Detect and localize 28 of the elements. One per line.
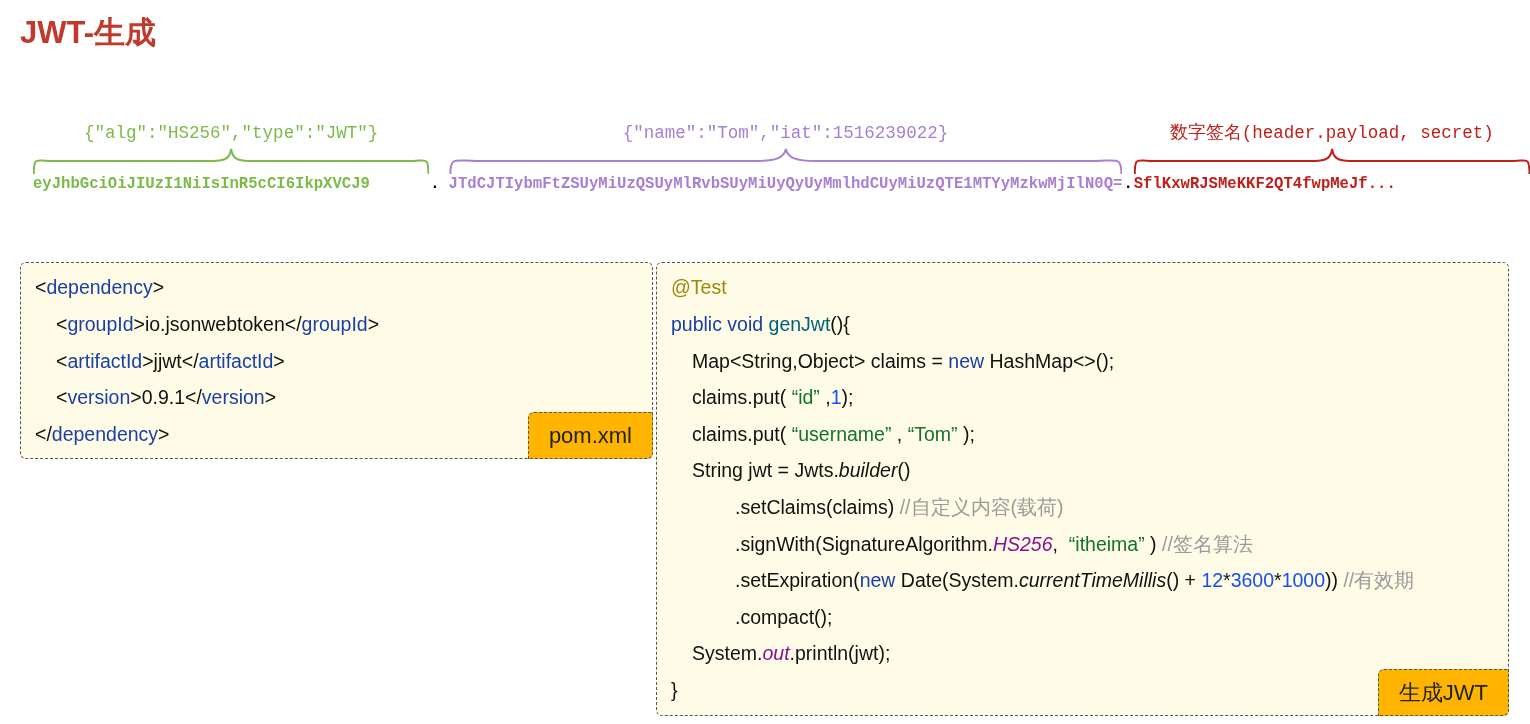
code-line: .compact(); (735, 604, 833, 630)
code-line: <artifactId>jjwt</artifactId> (56, 348, 285, 374)
code-line: <version>0.9.1</version> (56, 385, 277, 411)
code-line: .setExpiration(new Date(System.currentTimeMillis() + 12*3600*1000)) //有效期 (735, 568, 1415, 594)
file-caption: pom.xml (527, 412, 653, 460)
token-text: eyJhbGciOiJIUzI1NiIsInR5cCI6IkpXVCJ9 (33, 174, 371, 195)
segment-label: {"name":"Tom","iat":1516239022} (622, 123, 949, 145)
slide-title: JWT-生成 (20, 14, 158, 52)
token-separator: . (429, 174, 441, 195)
code-line: .setClaims(claims) //自定义内容(载荷) (735, 495, 1064, 520)
code-line: String jwt = Jwts.builder() (692, 458, 911, 484)
code-line: .signWith(SignatureAlgorithm.HS256, “itheima” ) //签名算法 (735, 531, 1253, 557)
code-line: claims.put( “username” , “Tom” ); (692, 421, 975, 447)
segment-label: 数字签名(header.payload, secret) (1169, 123, 1494, 145)
token-text: SflKxwRJSMeKKF2QT4fwpMeJf... (1133, 174, 1397, 195)
token-separator: . (1122, 174, 1134, 195)
code-line: </dependency> (35, 421, 170, 447)
code-line: } (671, 678, 678, 703)
token-text: JTdCJTIybmFtZSUyMiUzQSUyMlRvbSUyMiUyQyUyMmlhdCUyMiUzQTE1MTYyMzkwMjIlN0Q= (448, 174, 1123, 195)
code-line: public void genJwt(){ (671, 312, 850, 338)
code-line: claims.put( “id” ,1); (692, 385, 854, 411)
segment-label: {"alg":"HS256","type":"JWT"} (84, 123, 379, 145)
file-caption: 生成JWT (1377, 668, 1509, 716)
code-line: System.out.println(jwt); (692, 641, 891, 667)
code-line: <dependency> (35, 275, 165, 301)
code-line: <groupId>io.jsonwebtoken</groupId> (56, 312, 380, 338)
code-line: @Test (671, 275, 727, 301)
code-line: Map<String,Object> claims = new HashMap<>(); (692, 348, 1115, 374)
